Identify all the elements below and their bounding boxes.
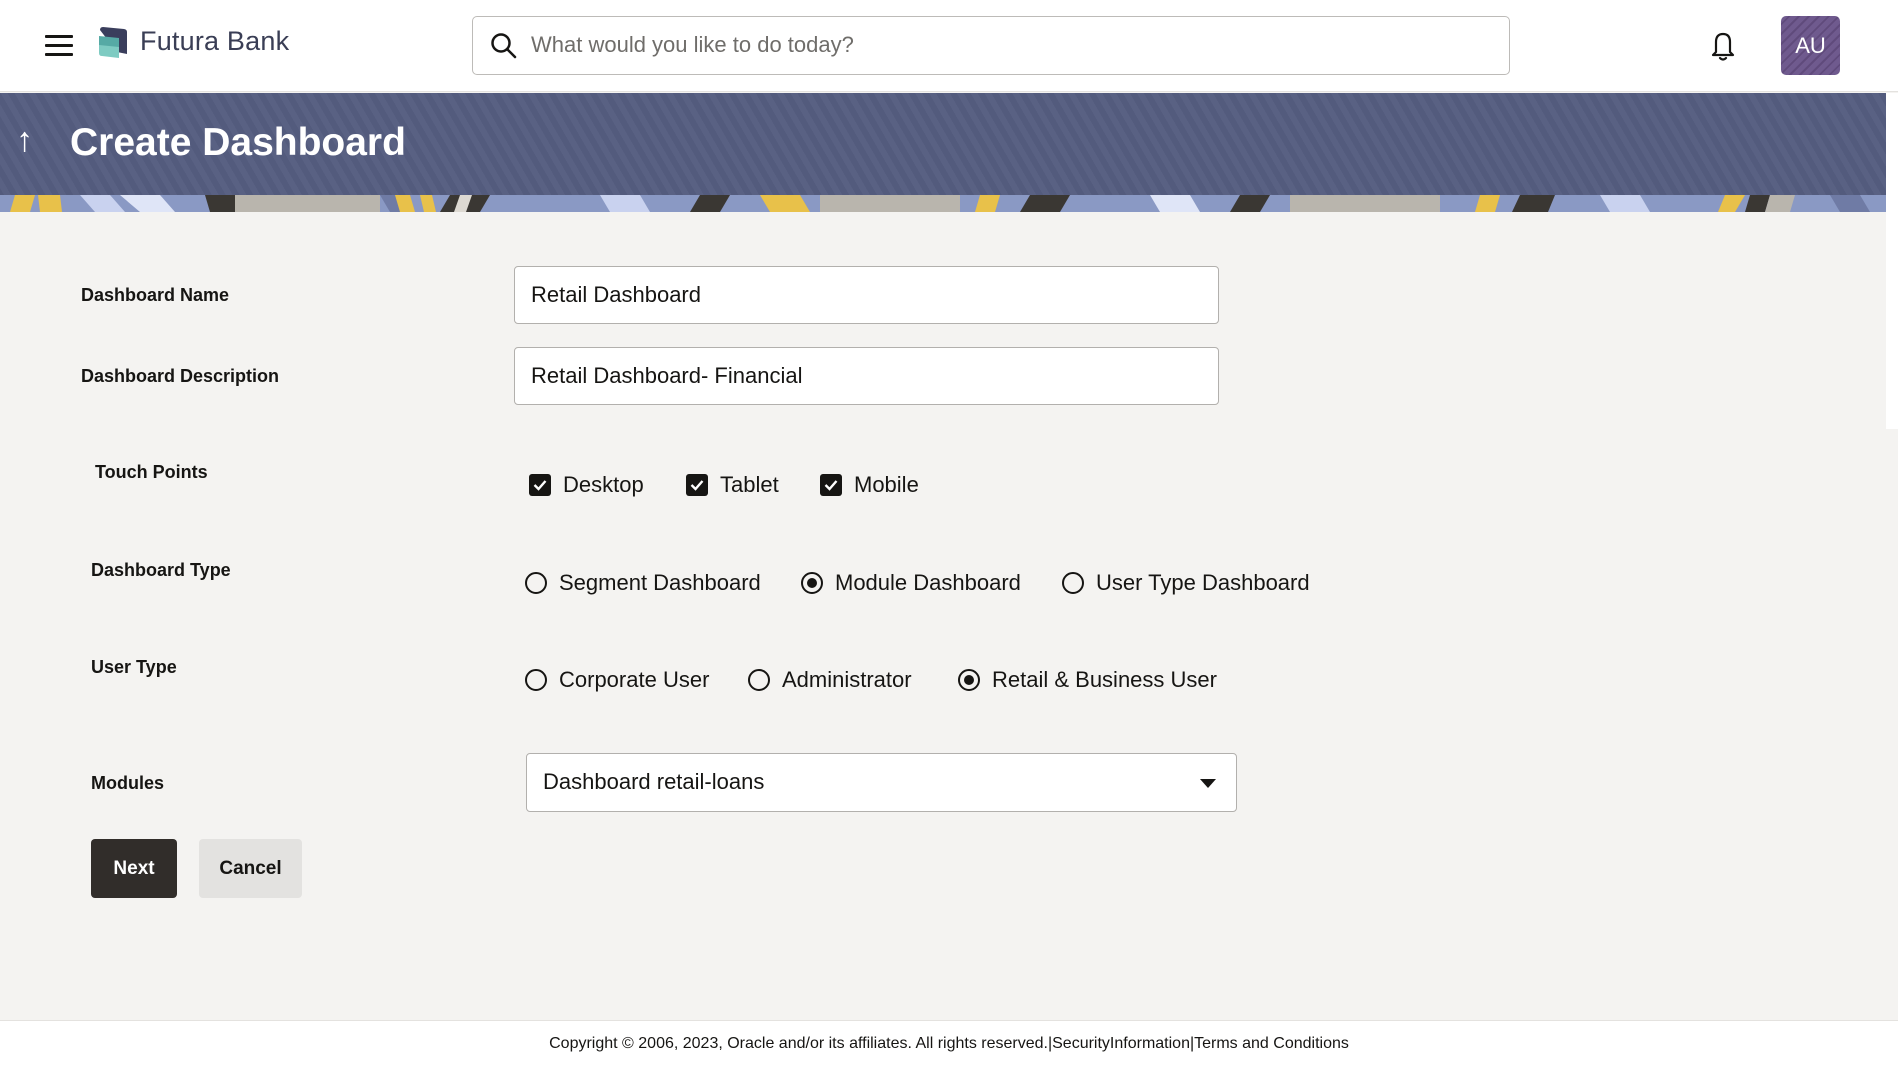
footer-text: Copyright © 2006, 2023, Oracle and/or it…	[0, 1035, 1898, 1053]
radio-unselected-icon	[1062, 572, 1084, 594]
radio-unselected-icon	[748, 669, 770, 691]
modules-label: Modules	[91, 773, 165, 793]
dashboard-description-label: Dashboard Description	[81, 366, 280, 386]
brand-name[interactable]: Futura Bank	[140, 26, 289, 57]
radio-label: Administrator	[782, 667, 912, 692]
dashboard-type-user-type-radio[interactable]: User Type Dashboard	[1062, 568, 1310, 598]
copyright-text: Copyright © 2006, 2023, Oracle and/or it…	[549, 1035, 1048, 1052]
search-input[interactable]	[531, 17, 1491, 73]
dashboard-type-label: Dashboard Type	[91, 560, 231, 580]
checkbox-checked-icon	[686, 474, 708, 496]
checkbox-checked-icon	[529, 474, 551, 496]
search-icon	[491, 33, 517, 59]
scrollbar-track[interactable]	[1886, 93, 1898, 429]
dashboard-description-input[interactable]	[514, 347, 1219, 405]
user-type-label: User Type	[91, 657, 177, 677]
banner-decorative-strip	[0, 195, 1886, 212]
radio-label: Segment Dashboard	[559, 570, 761, 595]
checkbox-label: Tablet	[720, 472, 779, 497]
touch-point-desktop-checkbox[interactable]: Desktop	[529, 470, 644, 500]
radio-label: User Type Dashboard	[1096, 570, 1310, 595]
dashboard-type-module-radio[interactable]: Module Dashboard	[801, 568, 1021, 598]
radio-label: Module Dashboard	[835, 570, 1021, 595]
hamburger-menu-icon[interactable]	[45, 35, 73, 57]
chevron-down-icon	[1200, 779, 1216, 788]
radio-selected-icon	[958, 669, 980, 691]
radio-label: Retail & Business User	[992, 667, 1217, 692]
security-information-link[interactable]: SecurityInformation	[1052, 1035, 1190, 1052]
futura-bank-logo-icon	[99, 27, 127, 58]
user-type-corporate-radio[interactable]: Corporate User	[525, 665, 709, 695]
checkbox-label: Desktop	[563, 472, 644, 497]
touch-points-label: Touch Points	[95, 462, 208, 482]
footer: Copyright © 2006, 2023, Oracle and/or it…	[0, 1020, 1898, 1080]
modules-select[interactable]: Dashboard retail-loans	[526, 753, 1237, 812]
page-title: Create Dashboard	[70, 121, 406, 164]
page-banner: ↑ Create Dashboard	[0, 93, 1886, 212]
radio-label: Corporate User	[559, 667, 710, 692]
checkbox-label: Mobile	[854, 472, 919, 497]
bell-icon[interactable]	[1707, 28, 1739, 62]
radio-selected-icon	[801, 572, 823, 594]
radio-unselected-icon	[525, 669, 547, 691]
user-avatar[interactable]: AU	[1781, 16, 1840, 75]
user-type-administrator-radio[interactable]: Administrator	[748, 665, 912, 695]
top-header: Futura Bank AU	[0, 0, 1898, 92]
user-type-retail-business-radio[interactable]: Retail & Business User	[958, 665, 1217, 695]
dashboard-type-segment-radio[interactable]: Segment Dashboard	[525, 568, 761, 598]
terms-and-conditions-link[interactable]: Terms and Conditions	[1194, 1035, 1349, 1052]
avatar-initials: AU	[1795, 32, 1826, 58]
touch-point-mobile-checkbox[interactable]: Mobile	[820, 470, 919, 500]
next-button[interactable]: Next	[91, 839, 177, 898]
cancel-button[interactable]: Cancel	[199, 839, 302, 898]
dashboard-name-input[interactable]	[514, 266, 1219, 324]
touch-point-tablet-checkbox[interactable]: Tablet	[686, 470, 779, 500]
search-bar[interactable]	[472, 16, 1510, 75]
radio-unselected-icon	[525, 572, 547, 594]
back-arrow-icon[interactable]: ↑	[16, 123, 33, 157]
modules-selected-value: Dashboard retail-loans	[543, 769, 765, 794]
dashboard-name-label: Dashboard Name	[81, 285, 230, 305]
checkbox-checked-icon	[820, 474, 842, 496]
